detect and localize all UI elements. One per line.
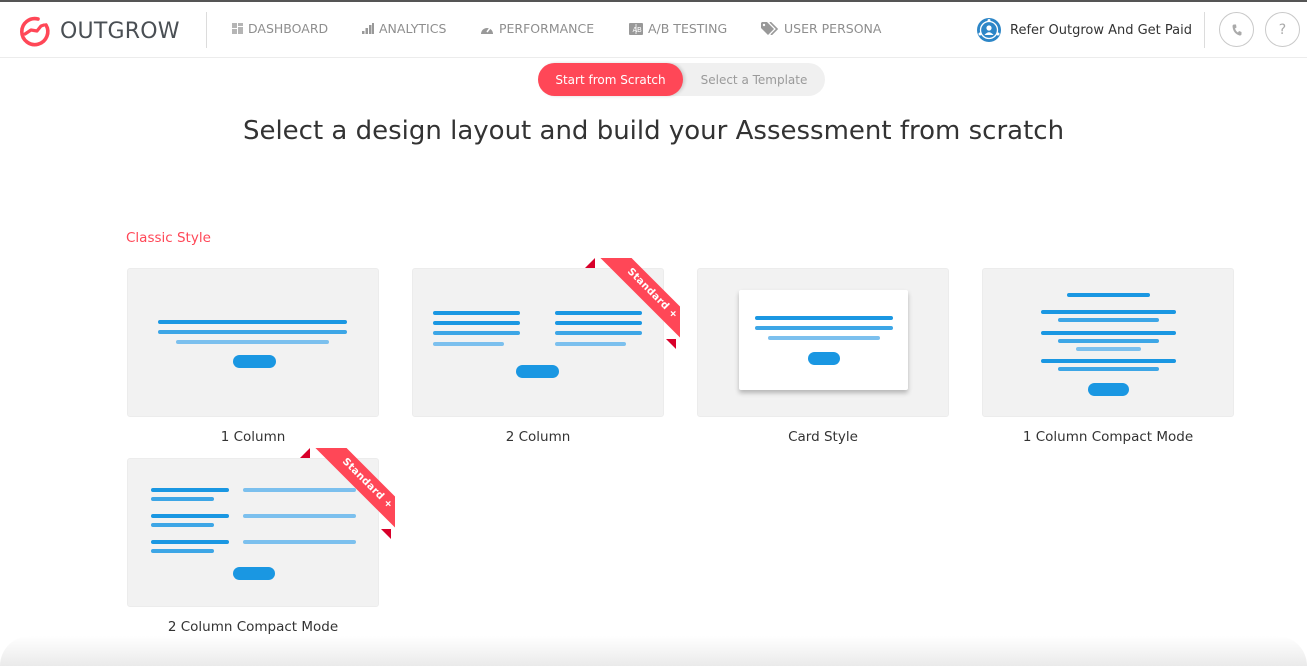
- layout-preview: [697, 268, 949, 417]
- preview-line: [151, 488, 229, 492]
- help-icon: ?: [1278, 21, 1287, 38]
- help-button[interactable]: ?: [1265, 12, 1300, 47]
- preview-line: [768, 336, 880, 340]
- ribbon-fold: [381, 529, 391, 539]
- preview-button: [233, 567, 275, 580]
- preview-line: [1058, 339, 1159, 343]
- layout-card-label: 1 Column Compact Mode: [1022, 429, 1194, 445]
- preview-inner-card: [739, 290, 908, 390]
- layout-card-label: 2 Column Compact Mode: [167, 619, 339, 635]
- svg-text:B: B: [637, 26, 642, 34]
- nav-item-label: PERFORMANCE: [499, 21, 595, 36]
- layout-preview: [982, 268, 1234, 417]
- preview-line: [176, 340, 329, 344]
- layout-card-label: Card Style: [788, 429, 858, 445]
- bottom-overlay-shadow: [0, 636, 1307, 666]
- ribbon-fold: [666, 339, 676, 349]
- preview-line: [755, 326, 893, 330]
- preview-line: [433, 311, 520, 315]
- bar-chart-icon: [362, 23, 374, 34]
- layout-preview: [127, 458, 379, 607]
- nav-item-label: A/B TESTING: [648, 21, 728, 36]
- refer-link[interactable]: Refer Outgrow And Get Paid: [976, 17, 1192, 43]
- preview-line: [755, 316, 893, 320]
- preview-line: [243, 488, 356, 492]
- ribbon-fold: [300, 448, 310, 458]
- nav-item-label: ANALYTICS: [379, 21, 447, 36]
- preview-line: [1067, 293, 1150, 297]
- preview-button: [1088, 383, 1129, 396]
- layout-card-label: 2 Column: [505, 429, 571, 445]
- layout-card-label: 1 Column: [220, 429, 286, 445]
- nav-divider: [206, 12, 207, 48]
- layout-card-card-style[interactable]: Card Style: [697, 268, 949, 445]
- layout-card-2-column-compact[interactable]: 2 Column Compact Mode Standard +: [127, 448, 395, 635]
- preview-line: [433, 342, 504, 346]
- outgrow-logo-icon: [20, 16, 50, 47]
- preview-line: [151, 540, 229, 544]
- tags-icon: [761, 22, 779, 35]
- preview-line: [151, 497, 214, 501]
- ab-test-icon: AB: [629, 22, 643, 35]
- top-navbar: OUTGROW DASHBOARD ANALYTICS PERFORMANCE …: [0, 2, 1307, 58]
- preview-line: [555, 331, 642, 335]
- preview-button: [233, 355, 276, 368]
- refer-label: Refer Outgrow And Get Paid: [1010, 22, 1192, 38]
- layout-card-1-column-compact[interactable]: 1 Column Compact Mode: [982, 268, 1234, 445]
- layout-preview: [127, 268, 379, 417]
- logo-text: OUTGROW: [60, 18, 180, 44]
- preview-button: [516, 365, 559, 378]
- preview-line: [1041, 359, 1176, 363]
- nav-item-dashboard[interactable]: DASHBOARD: [232, 21, 328, 36]
- outgrow-logo[interactable]: OUTGROW: [16, 13, 180, 49]
- page-title: Select a design layout and build your As…: [242, 116, 1065, 146]
- nav-item-label: DASHBOARD: [248, 21, 329, 36]
- preview-line: [555, 311, 642, 315]
- preview-line: [1041, 331, 1176, 335]
- preview-line: [158, 320, 347, 324]
- preview-line: [433, 321, 520, 325]
- section-label-classic-style: Classic Style: [126, 230, 211, 246]
- select-template-tab[interactable]: Select a Template: [683, 63, 825, 96]
- preview-line: [1041, 310, 1176, 314]
- preview-line: [151, 523, 214, 527]
- layout-card-1-column[interactable]: 1 Column: [127, 268, 379, 445]
- phone-button[interactable]: [1219, 12, 1254, 47]
- nav-item-ab-testing[interactable]: AB A/B TESTING: [629, 21, 727, 36]
- preview-line: [555, 342, 626, 346]
- speedometer-icon: [480, 23, 494, 35]
- nav-item-user-persona[interactable]: USER PERSONA: [761, 21, 881, 36]
- preview-line: [1058, 318, 1159, 322]
- layout-preview: [412, 268, 664, 417]
- preview-line: [151, 514, 229, 518]
- preview-line: [158, 330, 347, 334]
- preview-line: [243, 540, 356, 544]
- nav-item-performance[interactable]: PERFORMANCE: [480, 21, 594, 36]
- preview-line: [151, 549, 214, 553]
- start-from-scratch-tab[interactable]: Start from Scratch: [538, 63, 683, 96]
- preview-line: [555, 321, 642, 325]
- preview-line: [243, 514, 356, 518]
- phone-icon: [1232, 24, 1241, 36]
- layout-card-2-column[interactable]: 2 Column Standard +: [412, 258, 680, 445]
- preview-button: [808, 352, 840, 365]
- nav-item-label: USER PERSONA: [784, 21, 882, 36]
- nav-item-analytics[interactable]: ANALYTICS: [362, 21, 446, 36]
- dashboard-grid-icon: [232, 23, 243, 34]
- preview-line: [433, 331, 520, 335]
- mode-toggle: Select a Template Start from Scratch: [538, 63, 825, 96]
- preview-line: [1058, 367, 1159, 371]
- referral-network-icon: [977, 18, 1001, 42]
- nav-divider-right: [1204, 12, 1205, 48]
- preview-line: [1076, 347, 1141, 351]
- ribbon-fold: [585, 258, 595, 268]
